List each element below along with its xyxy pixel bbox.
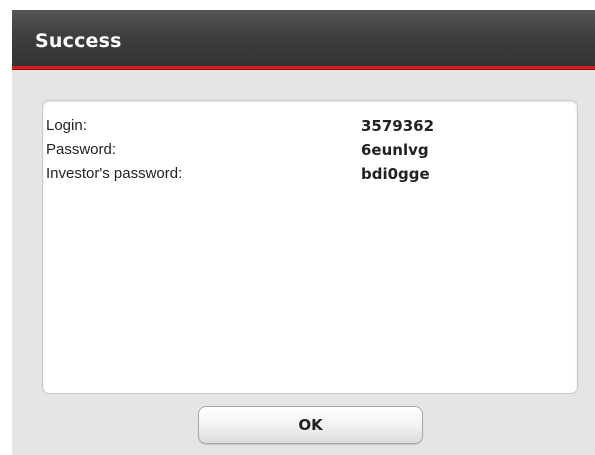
credentials-panel: Login: 3579362 Password: 6eunlvg Investo… bbox=[42, 100, 578, 394]
password-label: Password: bbox=[46, 141, 117, 158]
investor-password-value: bdi0gge bbox=[361, 165, 430, 183]
login-label: Login: bbox=[46, 117, 87, 134]
investor-password-row: Investor's password: bdi0gge bbox=[43, 165, 577, 187]
password-value: 6eunlvg bbox=[361, 141, 429, 159]
login-value: 3579362 bbox=[361, 117, 435, 135]
title-accent-line bbox=[12, 66, 595, 70]
success-dialog: Success Login: 3579362 Password: 6eunlvg… bbox=[12, 10, 595, 455]
ok-button[interactable]: OK bbox=[198, 406, 423, 444]
ok-button-label: OK bbox=[298, 416, 323, 434]
login-row: Login: 3579362 bbox=[43, 117, 577, 139]
password-row: Password: 6eunlvg bbox=[43, 141, 577, 163]
dialog-title: Success bbox=[35, 30, 122, 52]
investor-password-label: Investor's password: bbox=[46, 165, 183, 182]
title-bar: Success bbox=[12, 10, 595, 66]
